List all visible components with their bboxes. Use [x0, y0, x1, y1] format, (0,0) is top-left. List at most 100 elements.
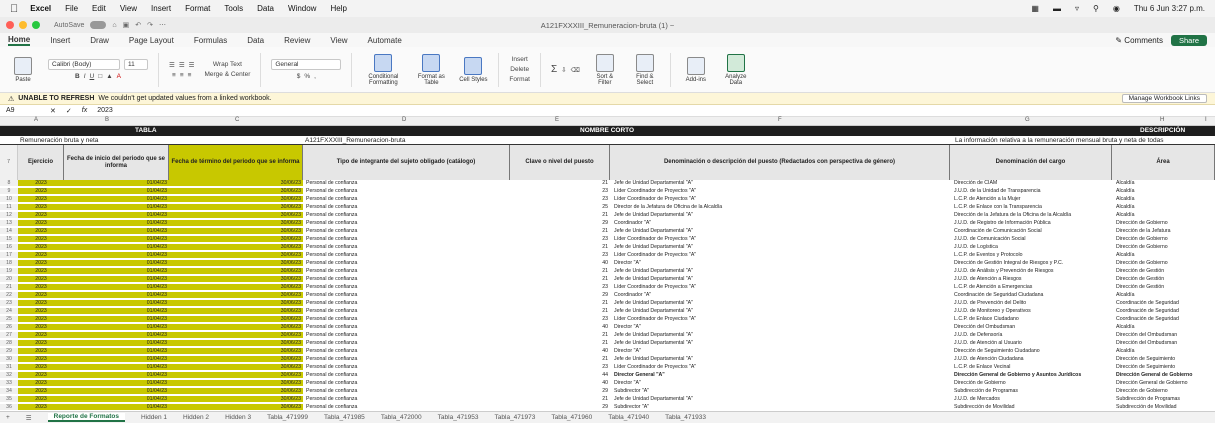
more-icon[interactable]: ⋯: [159, 21, 166, 29]
cell-cargo[interactable]: J.U.D. de Atención Ciudadana: [952, 356, 1112, 362]
cell-clave[interactable]: 23: [510, 188, 610, 194]
cell-cargo[interactable]: L.C.P. de Eventos y Protocolo: [952, 252, 1112, 258]
header-denominacion-puesto[interactable]: Denominación o descripción del puesto (R…: [610, 145, 950, 180]
cell-ini[interactable]: 01/04/23: [64, 236, 169, 243]
cell-puesto[interactable]: Jefe de Unidad Departamental "A": [612, 180, 950, 186]
menu-view[interactable]: View: [120, 4, 137, 13]
cell-tipo[interactable]: Personal de confianza: [304, 404, 510, 410]
cell-tipo[interactable]: Personal de confianza: [304, 364, 510, 370]
share-button[interactable]: Share: [1170, 34, 1207, 46]
clock[interactable]: Thu 6 Jun 3:27 p.m.: [1134, 4, 1205, 13]
cell-cargo[interactable]: Subdirección de Movilidad: [952, 404, 1112, 410]
cell-anio[interactable]: 2023: [18, 356, 64, 363]
cell-ini[interactable]: 01/04/23: [64, 380, 169, 387]
cell-puesto[interactable]: Subdirector "A": [612, 404, 950, 410]
cell-area[interactable]: Alcaldía: [1114, 292, 1215, 298]
tab-automate[interactable]: Automate: [368, 36, 402, 45]
cell-clave[interactable]: 21: [510, 228, 610, 234]
cell-ini[interactable]: 01/04/23: [64, 308, 169, 315]
name-box[interactable]: A9: [6, 107, 40, 114]
cell-puesto[interactable]: Subdirector "A": [612, 388, 950, 394]
cell-tipo[interactable]: Personal de confianza: [304, 188, 510, 194]
currency-icon[interactable]: $: [297, 73, 301, 80]
cell-area[interactable]: Subdirección de Movilidad: [1114, 404, 1215, 410]
menu-file[interactable]: File: [65, 4, 78, 13]
underline-icon[interactable]: U: [90, 73, 95, 80]
cell-puesto[interactable]: Jefe de Unidad Departamental "A": [612, 332, 950, 338]
row-number[interactable]: 24: [0, 308, 18, 315]
cell-anio[interactable]: 2023: [18, 236, 64, 243]
column-header-i[interactable]: I: [1205, 117, 1207, 123]
cell-cargo[interactable]: Dirección de CIAM: [952, 180, 1112, 186]
column-header-b[interactable]: B: [105, 117, 109, 123]
band-remuneracion[interactable]: Remuneración bruta y neta: [20, 137, 98, 144]
row-number[interactable]: 25: [0, 316, 18, 323]
row-number[interactable]: 27: [0, 332, 18, 339]
cell-fin[interactable]: 30/06/23: [169, 260, 303, 267]
row-number[interactable]: 18: [0, 260, 18, 267]
cell-ini[interactable]: 01/04/23: [64, 396, 169, 403]
cell-fin[interactable]: 30/06/23: [169, 252, 303, 259]
cell-tipo[interactable]: Personal de confianza: [304, 244, 510, 250]
cell-ini[interactable]: 01/04/23: [64, 260, 169, 267]
cell-fin[interactable]: 30/06/23: [169, 356, 303, 363]
percent-icon[interactable]: %: [304, 73, 310, 80]
cell-anio[interactable]: 2023: [18, 324, 64, 331]
cell-area[interactable]: Alcaldía: [1114, 324, 1215, 330]
cell-clave[interactable]: 29: [510, 388, 610, 394]
tab-home[interactable]: Home: [8, 35, 31, 46]
cell-anio[interactable]: 2023: [18, 212, 64, 219]
formula-input[interactable]: 2023: [97, 107, 113, 114]
cell-area[interactable]: Dirección de Gestión: [1114, 268, 1215, 274]
cell-puesto[interactable]: Jefe de Unidad Departamental "A": [612, 244, 950, 250]
merge-center-button[interactable]: Merge & Center: [204, 71, 250, 78]
find-select-button[interactable]: Find & Select: [630, 51, 660, 89]
cell-fin[interactable]: 30/06/23: [169, 348, 303, 355]
cell-clave[interactable]: 25: [510, 204, 610, 210]
cell-puesto[interactable]: Líder Coordinador de Proyectos "A": [612, 188, 950, 194]
cell-clave[interactable]: 21: [510, 180, 610, 186]
cancel-icon[interactable]: ✕: [50, 107, 56, 115]
conditional-formatting-button[interactable]: Conditional Formatting: [362, 51, 404, 89]
cell-area[interactable]: Dirección de Gobierno: [1114, 236, 1215, 242]
header-fecha-inicio[interactable]: Fecha de inicio del periodo que se infor…: [64, 145, 169, 180]
cell-area[interactable]: Dirección de Seguimiento: [1114, 356, 1215, 362]
comments-button[interactable]: ✎ Comments: [1115, 36, 1163, 45]
cell-tipo[interactable]: Personal de confianza: [304, 260, 510, 266]
cell-tipo[interactable]: Personal de confianza: [304, 212, 510, 218]
cell-area[interactable]: Dirección de Seguimiento: [1114, 364, 1215, 370]
cell-clave[interactable]: 40: [510, 348, 610, 354]
cell-area[interactable]: Alcaldía: [1114, 180, 1215, 186]
cell-area[interactable]: Coordinación de Seguridad: [1114, 316, 1215, 322]
cell-area[interactable]: Dirección de Gobierno: [1114, 220, 1215, 226]
cell-clave[interactable]: 21: [510, 244, 610, 250]
sheet-tab-471953[interactable]: Tabla_471953: [438, 414, 479, 421]
cell-area[interactable]: Alcaldía: [1114, 204, 1215, 210]
cell-ini[interactable]: 01/04/23: [64, 300, 169, 307]
menu-help[interactable]: Help: [330, 4, 346, 13]
close-window-button[interactable]: [6, 21, 14, 29]
cell-fin[interactable]: 30/06/23: [169, 316, 303, 323]
row-number[interactable]: 29: [0, 348, 18, 355]
cell-tipo[interactable]: Personal de confianza: [304, 292, 510, 298]
cell-ini[interactable]: 01/04/23: [64, 332, 169, 339]
cell-area[interactable]: Dirección del Ombudsman: [1114, 340, 1215, 346]
cell-fin[interactable]: 30/06/23: [169, 180, 303, 187]
cell-ini[interactable]: 01/04/23: [64, 276, 169, 283]
row-number[interactable]: 26: [0, 324, 18, 331]
italic-icon[interactable]: I: [84, 73, 86, 80]
row-number[interactable]: 17: [0, 252, 18, 259]
add-ins-button[interactable]: Add-ins: [681, 51, 711, 89]
align-center-icon[interactable]: ≡: [180, 72, 184, 79]
cell-puesto[interactable]: Jefe de Unidad Departamental "A": [612, 340, 950, 346]
cell-ini[interactable]: 01/04/23: [64, 212, 169, 219]
cell-fin[interactable]: 30/06/23: [169, 332, 303, 339]
fill-color-icon[interactable]: ▲: [106, 73, 112, 80]
cell-fin[interactable]: 30/06/23: [169, 228, 303, 235]
control-center-icon[interactable]: ▦: [1031, 4, 1039, 13]
row-number[interactable]: 30: [0, 356, 18, 363]
cell-clave[interactable]: 23: [510, 236, 610, 242]
align-middle-icon[interactable]: ☰: [179, 61, 185, 69]
cell-cargo[interactable]: L.C.P. de Enlace Vecinal: [952, 364, 1112, 370]
menu-app[interactable]: Excel: [30, 4, 51, 13]
